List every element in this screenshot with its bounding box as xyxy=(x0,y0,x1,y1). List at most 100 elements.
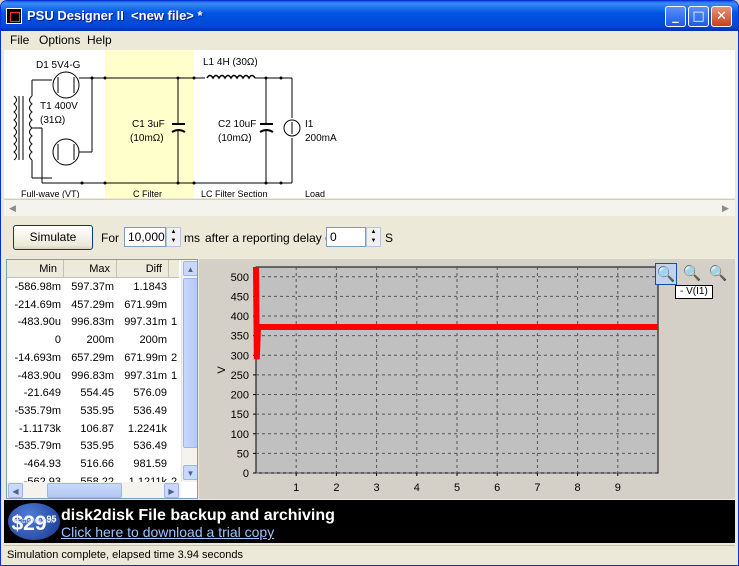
section-load: Load xyxy=(305,189,325,198)
cell-diff: 536.49 xyxy=(133,404,167,417)
cell-max: 457.29m xyxy=(71,298,114,311)
i1-value: 200mA xyxy=(305,133,337,144)
cell-max: 657.29m xyxy=(71,351,114,364)
table-row[interactable]: -483.90u 996.83m 997.31m 1 xyxy=(7,314,182,331)
schematic-diagram: D1 5V4-G T1 400V (31Ω) C1 3uF (10mΩ) L1 … xyxy=(13,50,337,198)
table-row[interactable]: -14.693m 657.29m 671.99m 2 xyxy=(7,350,182,367)
y-tick-label: 50 xyxy=(237,448,249,460)
app-window: PSU Designer II <new file> * _ □ ✕ File … xyxy=(0,0,739,566)
simulate-button[interactable]: Simulate xyxy=(13,225,93,250)
inductor-l1 xyxy=(206,74,256,80)
scroll-right-icon[interactable]: ▶ xyxy=(718,201,733,215)
duration-spinner[interactable]: ▲ ▼ xyxy=(166,227,181,247)
cell-max: 597.37m xyxy=(71,281,114,293)
y-axis-label: V xyxy=(216,366,228,374)
scroll-left-icon[interactable]: ◀ xyxy=(5,201,20,215)
results-table[interactable]: Min Max Diff -586.98m 597.37m 1.1843 -214.6… xyxy=(6,259,198,499)
maximize-button[interactable]: □ xyxy=(688,6,709,27)
table-row[interactable]: -21.649 554.45 576.09 xyxy=(7,385,182,402)
cell-max: 996.83m xyxy=(71,316,114,329)
l1-label: L1 4H (30Ω) xyxy=(203,57,258,68)
cell-min: -214.69m xyxy=(14,298,61,311)
transformer-secondary xyxy=(29,95,33,161)
for-label: For xyxy=(101,231,119,245)
table-row[interactable]: -1.1173k 106.87 1.2241k xyxy=(7,421,182,438)
scroll-down-icon[interactable]: ▼ xyxy=(183,465,197,480)
voltage-chart[interactable]: 0 50 100 150 200 250 300 350 400 450 500 1 2 3 4 5 6 7 8 9 V… xyxy=(199,259,735,499)
zoom-in-icon[interactable]: 🔍 xyxy=(681,263,703,285)
cell-min: -1.1173k xyxy=(19,422,61,435)
cell-diff: 1.2241k xyxy=(127,422,167,435)
chart-svg: 0 50 100 150 200 250 300 350 400 450 500 1 2 3 4 5 6 7 8 9 V xyxy=(216,266,659,494)
ad-price-note: REGISTRATION xyxy=(14,519,56,525)
cell-max: 106.87 xyxy=(80,422,114,435)
schematic-hscrollbar[interactable]: ◀ ▶ xyxy=(4,199,735,216)
cell-diff: 536.49 xyxy=(133,440,167,453)
window-title: PSU Designer II <new file> * xyxy=(27,8,203,23)
menu-options[interactable]: Options xyxy=(39,33,80,47)
cell-diff: 997.31m xyxy=(124,316,167,329)
y-tick-label: 450 xyxy=(231,291,249,303)
cell-max: 200m xyxy=(86,334,114,347)
spin-up-icon: ▲ xyxy=(370,229,377,235)
column-header-max[interactable]: Max xyxy=(64,260,117,278)
table-row[interactable]: -483.90u 996.83m 997.31m 1 xyxy=(7,368,182,385)
table-row[interactable]: -586.98m 597.37m 1.1843 xyxy=(7,279,182,296)
c2-esr: (10mΩ) xyxy=(218,133,252,144)
cell-diff: 576.09 xyxy=(133,387,167,400)
table-hscrollbar[interactable]: ◀ ▶ xyxy=(7,482,181,498)
duration-input[interactable]: 10,000 xyxy=(124,227,166,247)
zoom-fit-icon[interactable]: 🔍 xyxy=(655,263,677,285)
ad-banner[interactable]: $2995 REGISTRATION disk2disk File backup … xyxy=(4,500,735,543)
transformer-primary xyxy=(13,95,17,161)
ad-download-link[interactable]: Click here to download a trial copy xyxy=(61,524,274,540)
menu-help[interactable]: Help xyxy=(87,33,112,47)
cell-diff: 200m xyxy=(139,334,167,347)
zoom-out-icon[interactable]: 🔍 xyxy=(707,263,729,285)
cell-diff: 671.99m xyxy=(124,298,167,311)
menu-file[interactable]: File xyxy=(10,33,29,47)
i1-label: I1 xyxy=(305,119,314,130)
delay-label: after a reporting delay of xyxy=(205,231,336,245)
column-header-diff[interactable]: Diff xyxy=(117,260,169,278)
table-header: Min Max Diff xyxy=(7,260,179,278)
y-tick-label: 300 xyxy=(231,350,249,362)
scroll-left-icon[interactable]: ◀ xyxy=(8,483,23,498)
cell-diff: 997.31m xyxy=(124,369,167,382)
delay-spinner[interactable]: ▲ ▼ xyxy=(366,227,381,247)
table-row[interactable]: -535.79m 535.95 536.49 xyxy=(7,438,182,455)
table-row[interactable]: -464.93 516.66 981.59 xyxy=(7,456,182,473)
x-tick-label: 1 xyxy=(293,482,299,494)
table-row[interactable]: -214.69m 457.29m 671.99m xyxy=(7,297,182,314)
minimize-button[interactable]: _ xyxy=(665,6,686,27)
table-row[interactable]: -535.79m 535.95 536.49 xyxy=(7,403,182,420)
x-tick-label: 2 xyxy=(333,482,339,494)
x-tick-label: 9 xyxy=(615,482,621,494)
title-bar[interactable]: PSU Designer II <new file> * _ □ ✕ xyxy=(1,1,738,31)
duration-unit: ms xyxy=(184,231,200,245)
ad-title: disk2disk File backup and archiving xyxy=(61,507,335,524)
close-button[interactable]: ✕ xyxy=(711,6,732,27)
cell-diff: 671.99m xyxy=(124,351,167,364)
section-lc-filter: LC Filter Section xyxy=(201,189,268,198)
price-badge: $2995 REGISTRATION xyxy=(8,503,60,540)
column-header-min[interactable]: Min xyxy=(7,260,64,278)
table-row[interactable]: 0 200m 200m xyxy=(7,332,182,349)
schematic-canvas[interactable]: D1 5V4-G T1 400V (31Ω) C1 3uF (10mΩ) L1 … xyxy=(4,50,735,198)
table-vscroll-thumb[interactable] xyxy=(183,278,197,448)
y-tick-label: 350 xyxy=(231,331,249,343)
cell-max: 535.95 xyxy=(80,440,114,453)
cell-min: -483.90u xyxy=(17,369,61,382)
x-tick-label: 8 xyxy=(575,482,581,494)
status-text: Simulation complete, elapsed time 3.94 s… xyxy=(7,549,244,561)
cell-max: 996.83m xyxy=(71,369,114,382)
table-vscrollbar[interactable]: ▲ ▼ xyxy=(181,260,197,482)
table-hscroll-thumb[interactable] xyxy=(47,483,122,498)
cell-diff: 1.1843 xyxy=(133,281,167,293)
scroll-up-icon[interactable]: ▲ xyxy=(183,261,197,276)
section-c-filter: C Filter xyxy=(133,189,162,198)
delay-input[interactable]: 0 xyxy=(326,227,366,247)
chart-legend: - V(I1) xyxy=(675,285,713,299)
cell-max: 554.45 xyxy=(80,387,114,400)
scroll-right-icon[interactable]: ▶ xyxy=(164,483,179,498)
